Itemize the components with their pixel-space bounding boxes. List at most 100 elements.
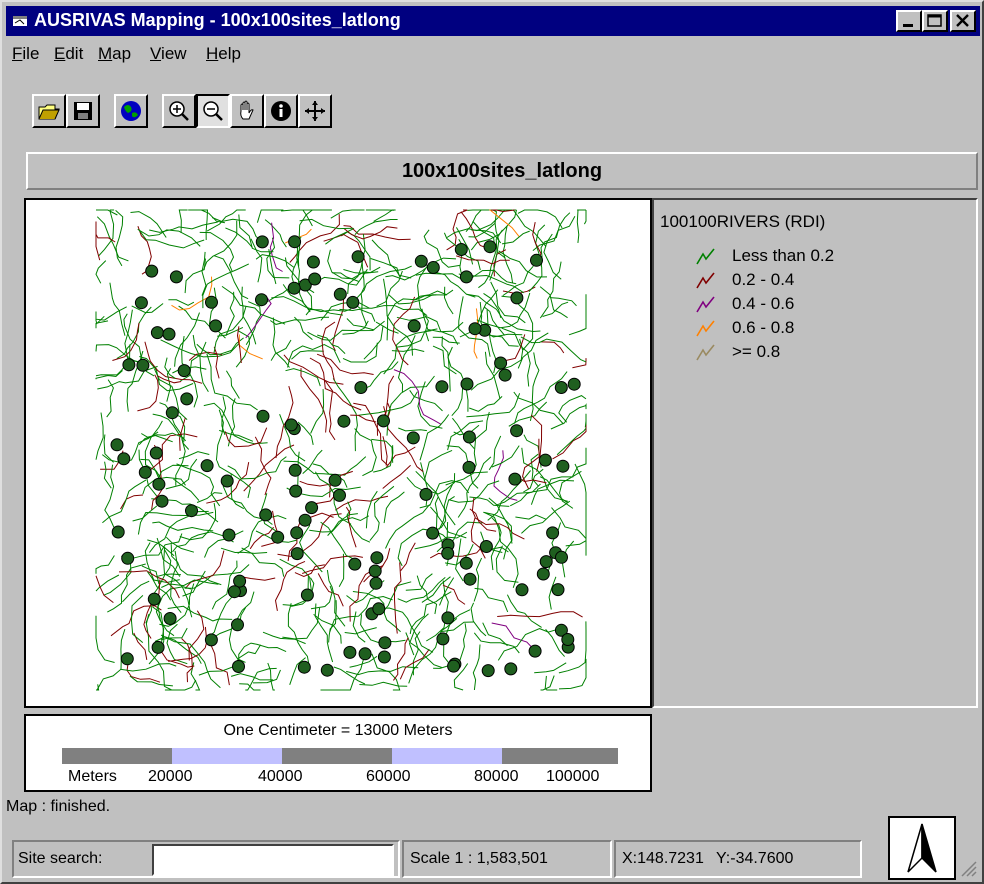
site-marker[interactable] bbox=[510, 424, 524, 438]
site-marker[interactable] bbox=[536, 567, 550, 581]
site-marker[interactable] bbox=[483, 240, 497, 254]
site-marker[interactable] bbox=[220, 474, 234, 488]
site-marker[interactable] bbox=[354, 381, 368, 394]
site-marker[interactable] bbox=[539, 555, 553, 569]
site-marker[interactable] bbox=[528, 644, 542, 658]
site-marker[interactable] bbox=[151, 640, 165, 654]
site-marker[interactable] bbox=[287, 281, 301, 295]
site-marker[interactable] bbox=[498, 368, 512, 382]
title-bar[interactable]: AUSRIVAS Mapping - 100x100sites_latlong bbox=[6, 6, 980, 36]
menu-help[interactable]: Help bbox=[206, 44, 241, 64]
site-marker[interactable] bbox=[288, 235, 302, 249]
site-marker[interactable] bbox=[426, 261, 440, 274]
site-marker[interactable] bbox=[320, 663, 334, 677]
site-marker[interactable] bbox=[510, 291, 524, 305]
menu-file[interactable]: File bbox=[12, 44, 39, 64]
site-marker[interactable] bbox=[180, 392, 194, 406]
site-marker[interactable] bbox=[530, 253, 543, 267]
pan-button[interactable] bbox=[230, 94, 264, 128]
site-marker[interactable] bbox=[460, 377, 474, 391]
site-marker[interactable] bbox=[368, 564, 382, 578]
site-marker[interactable] bbox=[419, 487, 433, 501]
site-marker[interactable] bbox=[232, 660, 245, 673]
site-marker[interactable] bbox=[554, 381, 568, 394]
site-marker[interactable] bbox=[147, 592, 161, 606]
site-marker[interactable] bbox=[358, 647, 372, 661]
site-marker[interactable] bbox=[377, 414, 390, 428]
menu-view[interactable]: View bbox=[150, 44, 187, 64]
site-marker[interactable] bbox=[117, 452, 131, 466]
info-button[interactable] bbox=[264, 94, 298, 128]
site-marker[interactable] bbox=[447, 659, 461, 673]
site-marker[interactable] bbox=[308, 272, 322, 286]
site-marker[interactable] bbox=[407, 319, 421, 333]
site-marker[interactable] bbox=[290, 547, 304, 561]
site-marker[interactable] bbox=[343, 645, 357, 659]
site-marker[interactable] bbox=[152, 477, 166, 491]
site-marker[interactable] bbox=[462, 430, 476, 444]
site-marker[interactable] bbox=[288, 463, 302, 477]
site-marker[interactable] bbox=[289, 484, 303, 498]
site-marker[interactable] bbox=[378, 636, 392, 650]
site-marker[interactable] bbox=[110, 438, 124, 452]
site-marker[interactable] bbox=[538, 453, 552, 467]
save-button[interactable] bbox=[66, 94, 100, 128]
zoom-in-button[interactable] bbox=[162, 94, 196, 128]
site-marker[interactable] bbox=[162, 327, 176, 341]
site-marker[interactable] bbox=[155, 494, 169, 508]
site-marker[interactable] bbox=[165, 406, 179, 420]
site-marker[interactable] bbox=[551, 583, 565, 597]
site-marker[interactable] bbox=[298, 513, 312, 527]
site-marker[interactable] bbox=[459, 556, 473, 570]
site-marker[interactable] bbox=[134, 296, 148, 310]
site-marker[interactable] bbox=[305, 501, 319, 515]
site-marker[interactable] bbox=[328, 473, 342, 487]
site-marker[interactable] bbox=[122, 358, 136, 372]
site-marker[interactable] bbox=[231, 618, 244, 632]
site-marker[interactable] bbox=[271, 530, 285, 544]
open-button[interactable] bbox=[32, 94, 66, 128]
site-marker[interactable] bbox=[256, 409, 270, 423]
site-marker[interactable] bbox=[462, 460, 476, 474]
site-marker[interactable] bbox=[481, 664, 495, 678]
close-button[interactable] bbox=[950, 10, 976, 32]
site-marker[interactable] bbox=[259, 508, 273, 522]
globe-button[interactable] bbox=[114, 94, 148, 128]
site-marker[interactable] bbox=[255, 293, 268, 307]
maximize-button[interactable] bbox=[922, 10, 948, 32]
site-marker[interactable] bbox=[459, 270, 473, 284]
site-marker[interactable] bbox=[205, 295, 218, 309]
site-marker[interactable] bbox=[441, 546, 455, 560]
site-marker[interactable] bbox=[372, 602, 386, 616]
site-marker[interactable] bbox=[504, 662, 518, 676]
site-marker[interactable] bbox=[337, 414, 351, 428]
site-marker[interactable] bbox=[567, 377, 581, 391]
site-marker[interactable] bbox=[333, 287, 347, 301]
site-marker[interactable] bbox=[333, 488, 346, 502]
move-button[interactable] bbox=[298, 94, 332, 128]
site-marker[interactable] bbox=[255, 235, 269, 249]
site-marker[interactable] bbox=[515, 583, 529, 597]
site-marker[interactable] bbox=[494, 356, 508, 370]
site-marker[interactable] bbox=[222, 528, 236, 542]
site-marker[interactable] bbox=[370, 551, 384, 565]
menu-map[interactable]: Map bbox=[98, 44, 131, 64]
site-marker[interactable] bbox=[454, 243, 468, 256]
site-marker[interactable] bbox=[290, 526, 304, 540]
site-marker[interactable] bbox=[177, 364, 191, 378]
site-marker[interactable] bbox=[377, 650, 391, 664]
site-marker[interactable] bbox=[546, 526, 560, 540]
site-marker[interactable] bbox=[136, 358, 150, 372]
site-marker[interactable] bbox=[149, 446, 163, 460]
site-marker[interactable] bbox=[150, 326, 164, 340]
site-marker[interactable] bbox=[185, 504, 198, 518]
site-marker[interactable] bbox=[138, 465, 152, 479]
site-marker[interactable] bbox=[200, 459, 214, 473]
site-marker[interactable] bbox=[120, 652, 134, 666]
river-network-map[interactable] bbox=[26, 200, 650, 706]
site-marker[interactable] bbox=[508, 472, 522, 486]
site-marker[interactable] bbox=[121, 551, 135, 565]
site-marker[interactable] bbox=[426, 526, 440, 540]
site-marker[interactable] bbox=[204, 633, 218, 647]
site-marker[interactable] bbox=[414, 254, 428, 268]
